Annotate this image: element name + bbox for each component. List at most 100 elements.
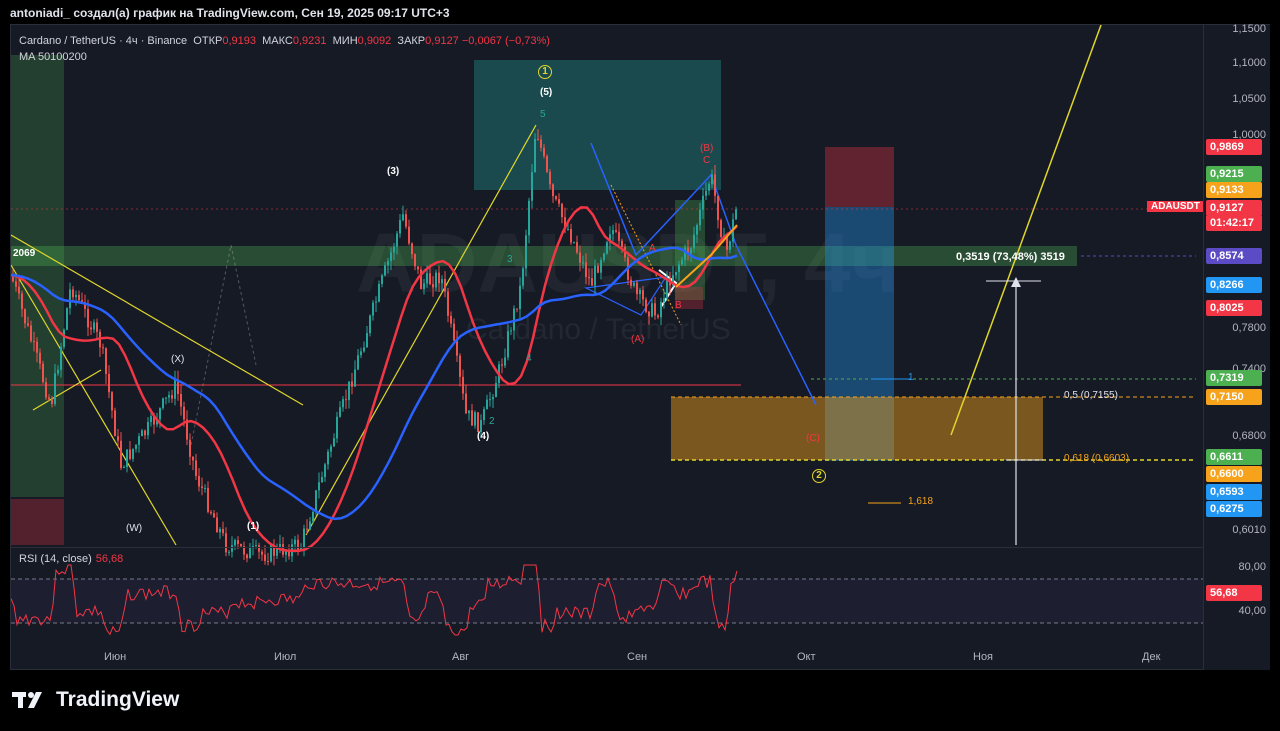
candle-body bbox=[384, 265, 386, 276]
candle-body bbox=[522, 268, 524, 286]
subwave-2: 2 bbox=[489, 416, 495, 427]
candle-body bbox=[648, 311, 650, 317]
candle-body bbox=[486, 399, 488, 410]
price-tag-06611: 0,6611 bbox=[1206, 449, 1262, 465]
candle-body bbox=[60, 346, 62, 370]
candle-body bbox=[42, 363, 44, 383]
wave-x: (X) bbox=[171, 354, 185, 365]
candle-body bbox=[489, 399, 491, 401]
price-tag-09869: 0,9869 bbox=[1206, 139, 1262, 155]
candle-body bbox=[567, 229, 569, 231]
candle-body bbox=[189, 439, 191, 457]
tick-1050: 1,0500 bbox=[1232, 93, 1266, 105]
zone-fib-orange bbox=[671, 397, 1043, 460]
candle-body bbox=[123, 466, 125, 468]
candle-body bbox=[432, 284, 434, 288]
candle-body bbox=[345, 399, 347, 401]
candle-body bbox=[336, 416, 338, 439]
candle-body bbox=[537, 139, 539, 141]
candle-body bbox=[363, 347, 365, 352]
candle-body bbox=[354, 369, 356, 387]
candle-body bbox=[399, 220, 401, 234]
candle-body bbox=[303, 528, 305, 547]
candle-body bbox=[549, 171, 551, 185]
candle-body bbox=[699, 209, 701, 226]
rsi-label[interactable]: RSI (14, close) bbox=[19, 553, 92, 565]
candle-body bbox=[438, 272, 440, 284]
legend-symbol[interactable]: Cardano / TetherUS · 4ч · Binance bbox=[19, 35, 187, 47]
candle-body bbox=[90, 327, 92, 330]
price-axis[interactable]: 1,1500 1,1000 1,0500 1,0000 0,7800 0,740… bbox=[1204, 23, 1270, 670]
candle-body bbox=[534, 139, 536, 173]
candle-body bbox=[468, 410, 470, 414]
candle-body bbox=[120, 440, 122, 468]
candle-body bbox=[15, 281, 17, 287]
candle-body bbox=[375, 301, 377, 303]
candle-body bbox=[168, 395, 170, 398]
candle-body bbox=[588, 277, 590, 279]
candle-body bbox=[210, 511, 212, 514]
legend-low: 0,9092 bbox=[357, 35, 392, 47]
candle-body bbox=[705, 190, 707, 196]
candle-body bbox=[33, 341, 35, 343]
zone-red-left bbox=[11, 499, 64, 545]
wave-4: (4) bbox=[477, 431, 490, 442]
chart-pane[interactable]: ADAUSDT, 4ч Cardano / TetherUS bbox=[10, 24, 1204, 670]
candle-body bbox=[72, 289, 74, 298]
candle-body bbox=[78, 294, 80, 301]
candle-body bbox=[324, 464, 326, 478]
candle-body bbox=[531, 172, 533, 201]
candle-body bbox=[546, 156, 548, 172]
candle-body bbox=[87, 308, 89, 328]
candle-body bbox=[495, 382, 497, 398]
candle-body bbox=[618, 231, 620, 241]
candle-body bbox=[195, 460, 197, 476]
candle-body bbox=[381, 275, 383, 285]
candle-body bbox=[552, 184, 554, 197]
candle-body bbox=[570, 229, 572, 243]
fib-1-label: 1 bbox=[908, 372, 914, 383]
candle-body bbox=[603, 253, 605, 261]
candle-body bbox=[333, 438, 335, 447]
price-tag-06593: 0,6593 bbox=[1206, 484, 1262, 500]
rsi-legend: RSI (14, close) 56,68 bbox=[19, 553, 123, 565]
candle-body bbox=[717, 195, 719, 221]
candle-body bbox=[162, 398, 164, 409]
candle-body bbox=[132, 448, 134, 459]
candle-body bbox=[582, 262, 584, 264]
tradingview-logo-icon bbox=[12, 692, 42, 708]
candle-body bbox=[735, 209, 737, 220]
candle-body bbox=[429, 273, 431, 285]
candle-body bbox=[369, 315, 371, 334]
wave-c-small: C bbox=[703, 155, 711, 166]
candle-body bbox=[261, 551, 263, 555]
candle-body bbox=[312, 511, 314, 522]
candle-body bbox=[48, 397, 50, 400]
candle-body bbox=[93, 322, 95, 330]
rsi-tick-80: 80,00 bbox=[1238, 561, 1266, 573]
wave-w: (W) bbox=[126, 523, 143, 534]
rsi-tick-40: 40,00 bbox=[1238, 605, 1266, 617]
candle-body bbox=[165, 397, 167, 399]
candle-body bbox=[297, 539, 299, 551]
candle-body bbox=[183, 406, 185, 420]
legend-open-label: ОТКР bbox=[193, 35, 223, 47]
candle-body bbox=[390, 252, 392, 262]
candle-body bbox=[366, 333, 368, 348]
candle-body bbox=[234, 540, 236, 546]
candle-body bbox=[204, 487, 206, 489]
candle-body bbox=[222, 529, 224, 534]
candle-body bbox=[597, 265, 599, 273]
candle-body bbox=[645, 299, 647, 312]
chart-svg[interactable] bbox=[11, 25, 1204, 670]
candle-body bbox=[96, 322, 98, 332]
candle-body bbox=[555, 196, 557, 200]
candle-body bbox=[69, 289, 71, 309]
brand[interactable]: TradingView bbox=[12, 688, 179, 712]
candle-body bbox=[675, 272, 677, 276]
candle-body bbox=[330, 446, 332, 452]
candle-body bbox=[126, 449, 128, 467]
rsi-value: 56,68 bbox=[95, 553, 124, 565]
ma-blue bbox=[11, 246, 738, 521]
legend-ma[interactable]: MA 50100200 bbox=[19, 49, 550, 65]
